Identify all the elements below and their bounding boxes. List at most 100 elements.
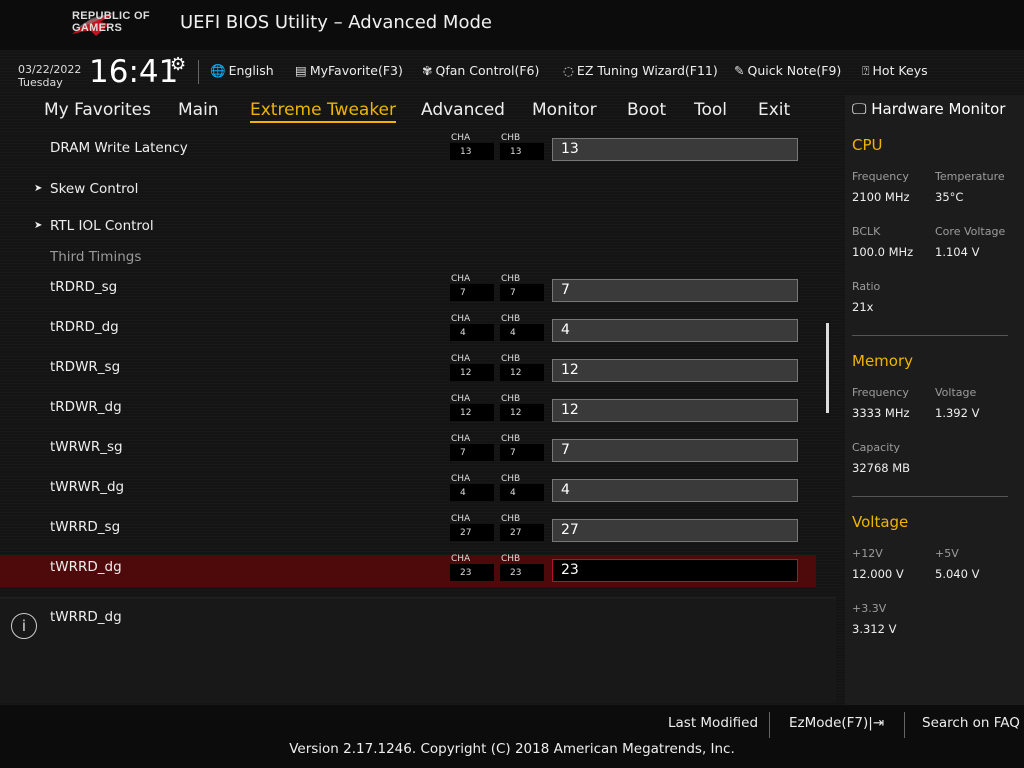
divider — [852, 496, 1008, 497]
chb-label: CHB — [501, 554, 521, 564]
tab-advanced[interactable]: Advanced — [421, 100, 505, 120]
v12-value: 12.000 V — [852, 567, 904, 581]
third-timings-heading: Third Timings — [50, 249, 142, 265]
ratio-label: Ratio — [852, 280, 881, 293]
quick-note-button[interactable]: ✎ Quick Note(F9) — [734, 63, 841, 78]
chb-value: 13 — [500, 143, 544, 160]
skew-control-link[interactable]: Skew Control — [50, 181, 138, 197]
divider — [852, 335, 1008, 336]
rtl-iol-control-link[interactable]: RTL IOL Control — [50, 218, 154, 234]
timing-label: tWRWR_sg — [50, 439, 123, 455]
favorite-list-icon: ▤ — [295, 63, 307, 78]
app-title: UEFI BIOS Utility – Advanced Mode — [180, 12, 492, 33]
lightbulb-icon: ◌ — [563, 63, 574, 78]
divider — [198, 60, 199, 84]
note-icon: ✎ — [734, 63, 745, 78]
timing-label: tRDWR_sg — [50, 359, 121, 375]
timing-label: tWRWR_dg — [50, 479, 125, 495]
tab-monitor[interactable]: Monitor — [532, 100, 597, 120]
scrollbar[interactable] — [826, 323, 829, 413]
memory-heading: Memory — [852, 352, 914, 370]
capacity-label: Capacity — [852, 441, 901, 454]
date-display: 03/22/2022 Tuesday — [18, 63, 82, 89]
memory-frequency-value: 3333 MHz — [852, 406, 910, 420]
qfan-control-button[interactable]: ✾ Qfan Control(F6) — [422, 63, 539, 78]
tab-extreme-tweaker[interactable]: Extreme Tweaker — [250, 100, 397, 123]
cpu-heading: CPU — [852, 136, 883, 154]
timing-value-input[interactable]: 13 — [552, 138, 798, 161]
monitor-icon: 🖵 — [852, 100, 867, 118]
timing-value-input[interactable]: 23 — [552, 559, 798, 582]
question-icon: ⍰ — [862, 63, 870, 78]
hot-keys-button[interactable]: ⍰ Hot Keys — [862, 63, 928, 79]
voltage-heading: Voltage — [852, 513, 909, 531]
timing-label: tRDRD_sg — [50, 279, 118, 295]
tab-boot[interactable]: Boot — [627, 100, 666, 120]
cha-label: CHA — [451, 554, 471, 564]
cha-label: CHA — [451, 133, 471, 143]
timing-value-input[interactable]: 7 — [552, 439, 798, 462]
timing-value-input[interactable]: 4 — [552, 479, 798, 502]
bclk-label: BCLK — [852, 225, 881, 238]
submenu-arrow-icon: ➤ — [34, 183, 43, 194]
cha-value: 23 — [450, 564, 494, 581]
timing-label: tRDWR_dg — [50, 399, 122, 415]
tab-main[interactable]: Main — [178, 100, 219, 120]
cpu-frequency-label: Frequency — [852, 170, 909, 183]
chb-label: CHB — [501, 354, 521, 364]
tab-my-favorites[interactable]: My Favorites — [44, 100, 151, 120]
cha-label: CHA — [451, 434, 471, 444]
cha-value: 27 — [450, 524, 494, 541]
timing-value-input[interactable]: 27 — [552, 519, 798, 542]
cpu-temperature-label: Temperature — [935, 170, 1005, 183]
chb-value: 7 — [500, 444, 544, 461]
timing-value-input[interactable]: 4 — [552, 319, 798, 342]
bclk-value: 100.0 MHz — [852, 245, 914, 259]
info-icon: i — [11, 613, 37, 639]
chb-value: 4 — [500, 324, 544, 341]
clock: 16:41 — [89, 54, 179, 90]
capacity-value: 32768 MB — [852, 461, 911, 475]
fan-icon: ✾ — [422, 63, 433, 78]
tab-tool[interactable]: Tool — [694, 100, 727, 120]
my-favorite-button[interactable]: ▤ MyFavorite(F3) — [295, 63, 403, 78]
chb-label: CHB — [501, 133, 521, 143]
ez-tuning-wizard-button[interactable]: ◌ EZ Tuning Wizard(F11) — [563, 63, 718, 78]
hardware-monitor-title: 🖵 Hardware Monitor — [852, 100, 1006, 118]
divider — [904, 712, 905, 738]
memory-frequency-label: Frequency — [852, 386, 909, 399]
timing-value-input[interactable]: 12 — [552, 399, 798, 422]
v5-value: 5.040 V — [935, 567, 980, 581]
ezmode-button[interactable]: EzMode(F7)|⇥ — [789, 715, 884, 731]
gear-icon[interactable]: ⚙ — [170, 54, 186, 75]
cha-label: CHA — [451, 314, 471, 324]
cha-value: 4 — [450, 324, 494, 341]
cha-label: CHA — [451, 514, 471, 524]
search-faq-button[interactable]: Search on FAQ — [922, 715, 1020, 731]
info-text: tWRRD_dg — [50, 609, 122, 625]
cha-label: CHA — [451, 394, 471, 404]
cha-value: 12 — [450, 404, 494, 421]
info-panel — [0, 600, 836, 703]
v12-label: +12V — [852, 547, 883, 560]
copyright-text: Version 2.17.1246. Copyright (C) 2018 Am… — [289, 741, 735, 757]
chb-label: CHB — [501, 394, 521, 404]
chb-value: 4 — [500, 484, 544, 501]
cha-value: 7 — [450, 284, 494, 301]
cha-value: 4 — [450, 484, 494, 501]
core-voltage-label: Core Voltage — [935, 225, 1006, 238]
divider — [769, 712, 770, 738]
cha-value: 12 — [450, 364, 494, 381]
chb-value: 12 — [500, 404, 544, 421]
v33-value: 3.312 V — [852, 622, 897, 636]
v5-label: +5V — [935, 547, 959, 560]
chb-label: CHB — [501, 274, 521, 284]
timing-value-input[interactable]: 12 — [552, 359, 798, 382]
language-button[interactable]: 🌐 English — [210, 63, 274, 79]
last-modified-button[interactable]: Last Modified — [668, 715, 758, 731]
timing-value-input[interactable]: 7 — [552, 279, 798, 302]
divider — [0, 597, 836, 599]
tab-exit[interactable]: Exit — [758, 100, 790, 120]
chb-value: 27 — [500, 524, 544, 541]
cpu-temperature-value: 35°C — [935, 190, 964, 204]
